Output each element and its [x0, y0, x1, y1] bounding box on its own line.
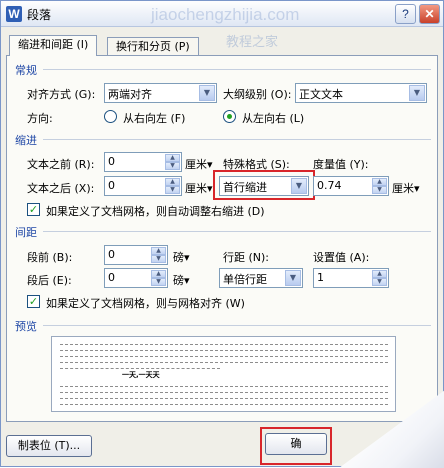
arrow-down-icon[interactable]: ▼: [165, 162, 180, 170]
spacing-section-label: 间距: [15, 226, 37, 239]
tab-indent-spacing[interactable]: 缩进和间距 (I): [9, 35, 98, 56]
chevron-down-icon[interactable]: ▼: [285, 270, 301, 286]
outline-level-value: 正文文本: [299, 88, 343, 101]
preview-line: [60, 356, 388, 357]
stepper-buttons: ▲ ▼: [165, 178, 180, 194]
space-before-stepper[interactable]: 0 ▲ ▼: [104, 245, 168, 265]
wps-writer-icon: W: [6, 6, 22, 22]
direction-label: 方向:: [27, 112, 53, 125]
preview-line: [60, 392, 388, 393]
spacing-divider: [43, 231, 431, 232]
space-before-label: 段前 (B):: [27, 251, 73, 264]
preview-line: [60, 398, 388, 399]
stepper-buttons: ▲ ▼: [372, 270, 387, 286]
special-format-select[interactable]: 首行缩进 ▼: [219, 176, 309, 196]
preview-divider: [43, 325, 431, 326]
auto-adjust-label[interactable]: 如果定义了文档网格，则自动调整右缩进 (D): [46, 203, 265, 219]
close-button[interactable]: ✕: [419, 4, 440, 24]
chevron-down-icon[interactable]: ▼: [199, 85, 215, 101]
arrow-up-icon[interactable]: ▲: [165, 178, 180, 186]
outline-level-select[interactable]: 正文文本 ▼: [295, 83, 427, 103]
preview-line: [60, 344, 388, 345]
ltr-label[interactable]: 从左向右 (L): [242, 110, 304, 126]
alignment-select[interactable]: 两端对齐 ▼: [104, 83, 217, 103]
grid-align-label[interactable]: 如果定义了文档网格，则与网格对齐 (W): [46, 295, 245, 311]
indent-after-value: 0: [108, 179, 115, 192]
arrow-up-icon[interactable]: ▲: [165, 154, 180, 162]
special-format-label: 特殊格式 (S):: [223, 158, 290, 171]
preview-line: [60, 404, 388, 405]
indent-section-label: 缩进: [15, 134, 37, 147]
dialog-title: 段落: [27, 8, 52, 22]
indent-after-stepper[interactable]: 0 ▲ ▼: [104, 176, 182, 196]
arrow-down-icon[interactable]: ▼: [151, 278, 166, 286]
help-button[interactable]: ?: [395, 4, 416, 24]
arrow-down-icon[interactable]: ▼: [372, 278, 387, 286]
space-before-unit[interactable]: 磅▾: [173, 249, 190, 265]
arrow-up-icon[interactable]: ▲: [151, 247, 166, 255]
rtl-radio[interactable]: [104, 110, 117, 123]
measure-unit[interactable]: 厘米▾: [392, 180, 420, 196]
general-divider: [43, 69, 431, 70]
preview-line: [60, 368, 220, 369]
line-spacing-label: 行距 (N):: [223, 251, 270, 264]
space-after-unit[interactable]: 磅▾: [173, 272, 190, 288]
space-after-stepper[interactable]: 0 ▲ ▼: [104, 268, 168, 288]
title-bar[interactable]: W 段落 jiaochengzhijia.com 教程之家 ? ✕: [1, 1, 443, 50]
arrow-down-icon[interactable]: ▼: [151, 255, 166, 263]
measure-label: 度量值 (Y):: [313, 158, 369, 171]
stepper-buttons: ▲ ▼: [372, 178, 387, 194]
special-format-value: 首行缩进: [223, 181, 267, 194]
stepper-buttons: ▲ ▼: [151, 247, 166, 263]
paragraph-preview: 一天,一天天: [51, 336, 396, 412]
stepper-buttons: ▲ ▼: [151, 270, 166, 286]
watermark-text: jiaochengzhijia.com: [151, 5, 300, 24]
grid-align-checkbox[interactable]: ✓: [27, 295, 40, 308]
arrow-up-icon[interactable]: ▲: [372, 178, 387, 186]
tab-line-page-breaks[interactable]: 换行和分页 (P): [107, 37, 199, 55]
preview-sample-text: 一天,一天天: [122, 371, 160, 379]
stepper-buttons: ▲ ▼: [165, 154, 180, 170]
ok-button[interactable]: 确: [265, 433, 327, 455]
space-after-label: 段后 (E):: [27, 274, 72, 287]
setting-value-label: 设置值 (A):: [313, 251, 370, 264]
indent-after-unit[interactable]: 厘米▾: [185, 180, 213, 196]
chevron-down-icon[interactable]: ▼: [409, 85, 425, 101]
auto-adjust-checkbox[interactable]: ✓: [27, 203, 40, 216]
watermark-text-cn: 教程之家: [226, 35, 279, 50]
measure-stepper[interactable]: 0.74 ▲ ▼: [313, 176, 389, 196]
ltr-radio[interactable]: [223, 110, 236, 123]
line-spacing-value: 单倍行距: [223, 273, 267, 286]
rtl-label[interactable]: 从右向左 (F): [123, 110, 185, 126]
arrow-up-icon[interactable]: ▲: [372, 270, 387, 278]
paragraph-dialog: W 段落 jiaochengzhijia.com 教程之家 ? ✕ 缩进和间距 …: [0, 0, 444, 468]
arrow-down-icon[interactable]: ▼: [165, 186, 180, 194]
indent-before-unit[interactable]: 厘米▾: [185, 156, 213, 172]
indent-before-label: 文本之前 (R):: [27, 158, 95, 171]
space-after-value: 0: [108, 271, 115, 284]
setting-value: 1: [317, 271, 324, 284]
line-spacing-select[interactable]: 单倍行距 ▼: [219, 268, 303, 288]
indent-before-stepper[interactable]: 0 ▲ ▼: [104, 152, 182, 172]
tab-stops-button[interactable]: 制表位 (T)...: [6, 435, 92, 457]
alignment-value: 两端对齐: [108, 88, 152, 101]
indent-after-label: 文本之后 (X):: [27, 182, 95, 195]
indent-divider: [43, 139, 431, 140]
space-before-value: 0: [108, 248, 115, 261]
alignment-label: 对齐方式 (G):: [27, 88, 96, 101]
preview-line: [60, 350, 388, 351]
outline-level-label: 大纲级别 (O):: [223, 88, 292, 101]
preview-line: [60, 386, 388, 387]
tab-panel: 常规 对齐方式 (G): 两端对齐 ▼ 大纲级别 (O): 正文文本 ▼ 方向:…: [6, 55, 438, 422]
setting-value-stepper[interactable]: 1 ▲ ▼: [313, 268, 389, 288]
measure-value: 0.74: [317, 179, 342, 192]
arrow-down-icon[interactable]: ▼: [372, 186, 387, 194]
preview-line: [60, 362, 388, 363]
indent-before-value: 0: [108, 155, 115, 168]
general-section-label: 常规: [15, 64, 37, 77]
preview-section-label: 预览: [15, 320, 37, 333]
chevron-down-icon[interactable]: ▼: [291, 178, 307, 194]
arrow-up-icon[interactable]: ▲: [151, 270, 166, 278]
